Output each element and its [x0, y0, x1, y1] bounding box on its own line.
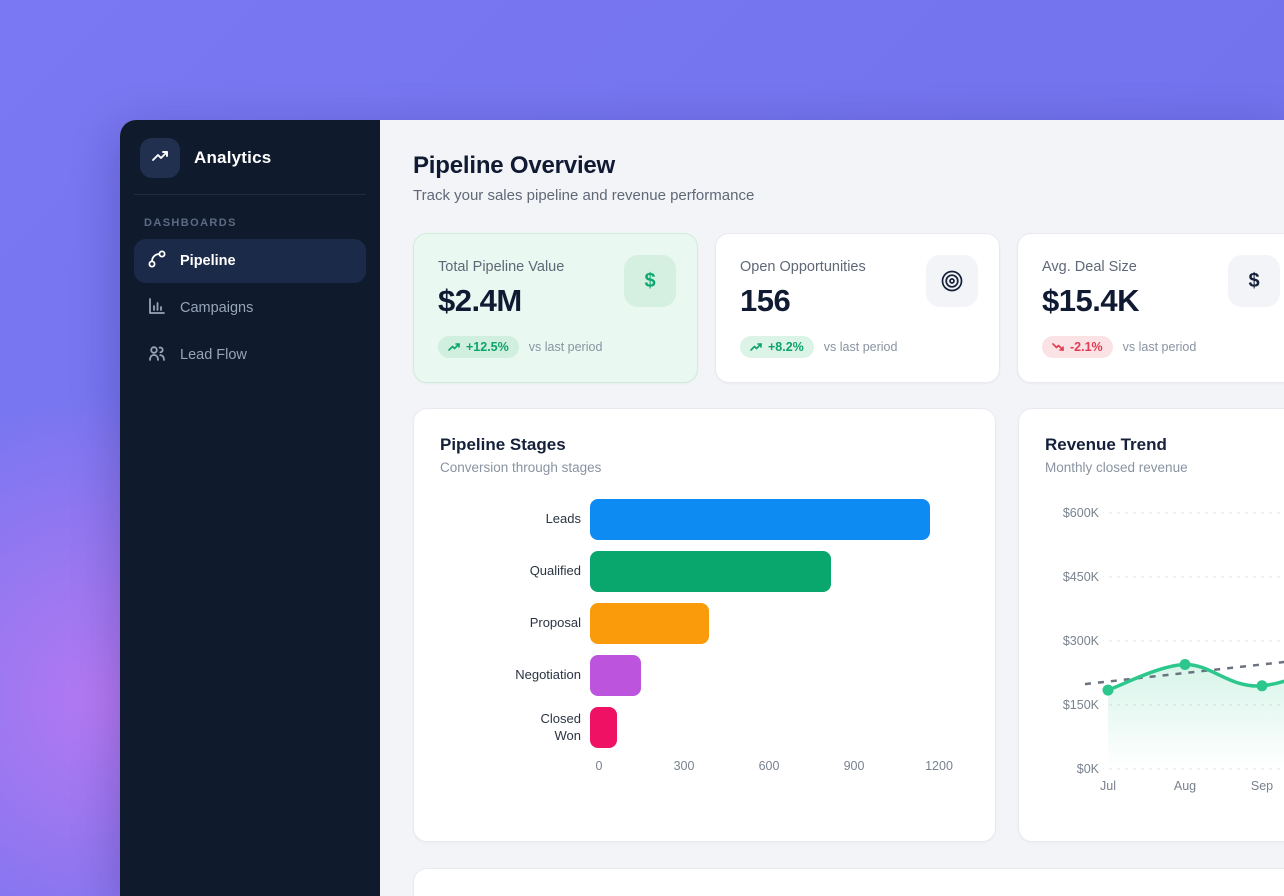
- bar-chart-icon: [147, 296, 167, 320]
- svg-text:Jul: Jul: [1100, 779, 1116, 793]
- bar-negotiation: [590, 655, 641, 696]
- svg-text:Aug: Aug: [1174, 779, 1196, 793]
- svg-text:$300K: $300K: [1063, 634, 1100, 648]
- charts-row: Pipeline Stages Conversion through stage…: [413, 408, 1284, 842]
- bar-row: Proposal: [440, 603, 969, 644]
- trending-up-icon: [448, 342, 461, 352]
- delta-badge: +12.5%: [438, 336, 519, 358]
- bar-leads: [590, 499, 930, 540]
- svg-text:$150K: $150K: [1063, 698, 1100, 712]
- bar-row: Qualified: [440, 551, 969, 592]
- bar-row: Closed Won: [440, 707, 969, 748]
- compare-label: vs last period: [824, 340, 898, 354]
- bar-label: Qualified: [440, 563, 590, 579]
- bar-label: Proposal: [440, 615, 590, 631]
- x-tick-label: 1200: [925, 759, 953, 773]
- svg-text:$450K: $450K: [1063, 570, 1100, 584]
- pipeline-stages-card: Pipeline Stages Conversion through stage…: [413, 408, 996, 842]
- bar-x-axis: 03006009001200: [599, 759, 939, 779]
- sidebar-section-label: DASHBOARDS: [144, 217, 356, 229]
- kpi-card-open-opportunities: Open Opportunities 156 +8.2% vs last per…: [715, 233, 1000, 383]
- compare-label: vs last period: [1123, 340, 1197, 354]
- sidebar: Analytics DASHBOARDS Pipeline Campaigns: [120, 120, 380, 896]
- trending-down-icon: [1052, 342, 1065, 352]
- bar-closed-won: [590, 707, 617, 748]
- bar-label: Leads: [440, 511, 590, 527]
- bar-label: Closed Won: [440, 711, 590, 744]
- sidebar-item-lead-flow[interactable]: Lead Flow: [134, 333, 366, 377]
- app-name: Analytics: [194, 148, 271, 168]
- main-content: Pipeline Overview Track your sales pipel…: [380, 120, 1284, 896]
- sidebar-item-campaigns[interactable]: Campaigns: [134, 286, 366, 330]
- svg-text:$600K: $600K: [1063, 506, 1100, 520]
- bar-row: Negotiation: [440, 655, 969, 696]
- chart-subtitle: Conversion through stages: [440, 460, 969, 475]
- bar-proposal: [590, 603, 709, 644]
- sidebar-item-label: Lead Flow: [180, 347, 247, 363]
- sidebar-item-pipeline[interactable]: Pipeline: [134, 239, 366, 283]
- kpi-row: Total Pipeline Value $2.4M $ +12.5% vs l…: [413, 233, 1284, 383]
- kpi-card-avg-deal-size: Avg. Deal Size $15.4K $ -2.1% vs last pe…: [1017, 233, 1284, 383]
- app-logo-row: Analytics: [134, 134, 366, 195]
- dollar-icon: $: [1228, 255, 1280, 307]
- sidebar-item-label: Pipeline: [180, 253, 236, 269]
- bar-row: Leads: [440, 499, 969, 540]
- bottom-card: [413, 868, 1284, 896]
- x-tick-label: 900: [844, 759, 865, 773]
- kpi-card-total-pipeline-value: Total Pipeline Value $2.4M $ +12.5% vs l…: [413, 233, 698, 383]
- x-tick-label: 0: [596, 759, 603, 773]
- dollar-icon: $: [624, 255, 676, 307]
- delta-badge: -2.1%: [1042, 336, 1113, 358]
- chart-subtitle: Monthly closed revenue: [1045, 460, 1284, 475]
- pipeline-waypoints-icon: [147, 249, 167, 273]
- chart-title: Pipeline Stages: [440, 435, 969, 455]
- trending-up-icon: [750, 342, 763, 352]
- compare-label: vs last period: [529, 340, 603, 354]
- revenue-trend-card: Revenue Trend Monthly closed revenue $0K…: [1018, 408, 1284, 842]
- line-chart: $0K $150K $300K $450K $600K Jul Aug Sep: [1045, 487, 1284, 804]
- target-icon: [926, 255, 978, 307]
- page-title: Pipeline Overview: [413, 152, 1284, 180]
- svg-text:Sep: Sep: [1251, 779, 1273, 793]
- trending-up-icon: [150, 146, 170, 171]
- svg-text:$0K: $0K: [1077, 762, 1100, 776]
- bar-qualified: [590, 551, 831, 592]
- sidebar-item-label: Campaigns: [180, 300, 253, 316]
- app-logo: [140, 138, 180, 178]
- x-tick-label: 600: [759, 759, 780, 773]
- bar-label: Negotiation: [440, 667, 590, 683]
- chart-title: Revenue Trend: [1045, 435, 1284, 455]
- delta-badge: +8.2%: [740, 336, 814, 358]
- horizontal-bar-chart: Leads Qualified Proposal Negotiation: [440, 499, 969, 779]
- revenue-line-chart-svg: $0K $150K $300K $450K $600K Jul Aug Sep: [1045, 487, 1284, 799]
- page-subtitle: Track your sales pipeline and revenue pe…: [413, 187, 1284, 204]
- x-tick-label: 300: [674, 759, 695, 773]
- users-icon: [147, 343, 167, 367]
- app-window: Analytics DASHBOARDS Pipeline Campaigns: [120, 120, 1284, 896]
